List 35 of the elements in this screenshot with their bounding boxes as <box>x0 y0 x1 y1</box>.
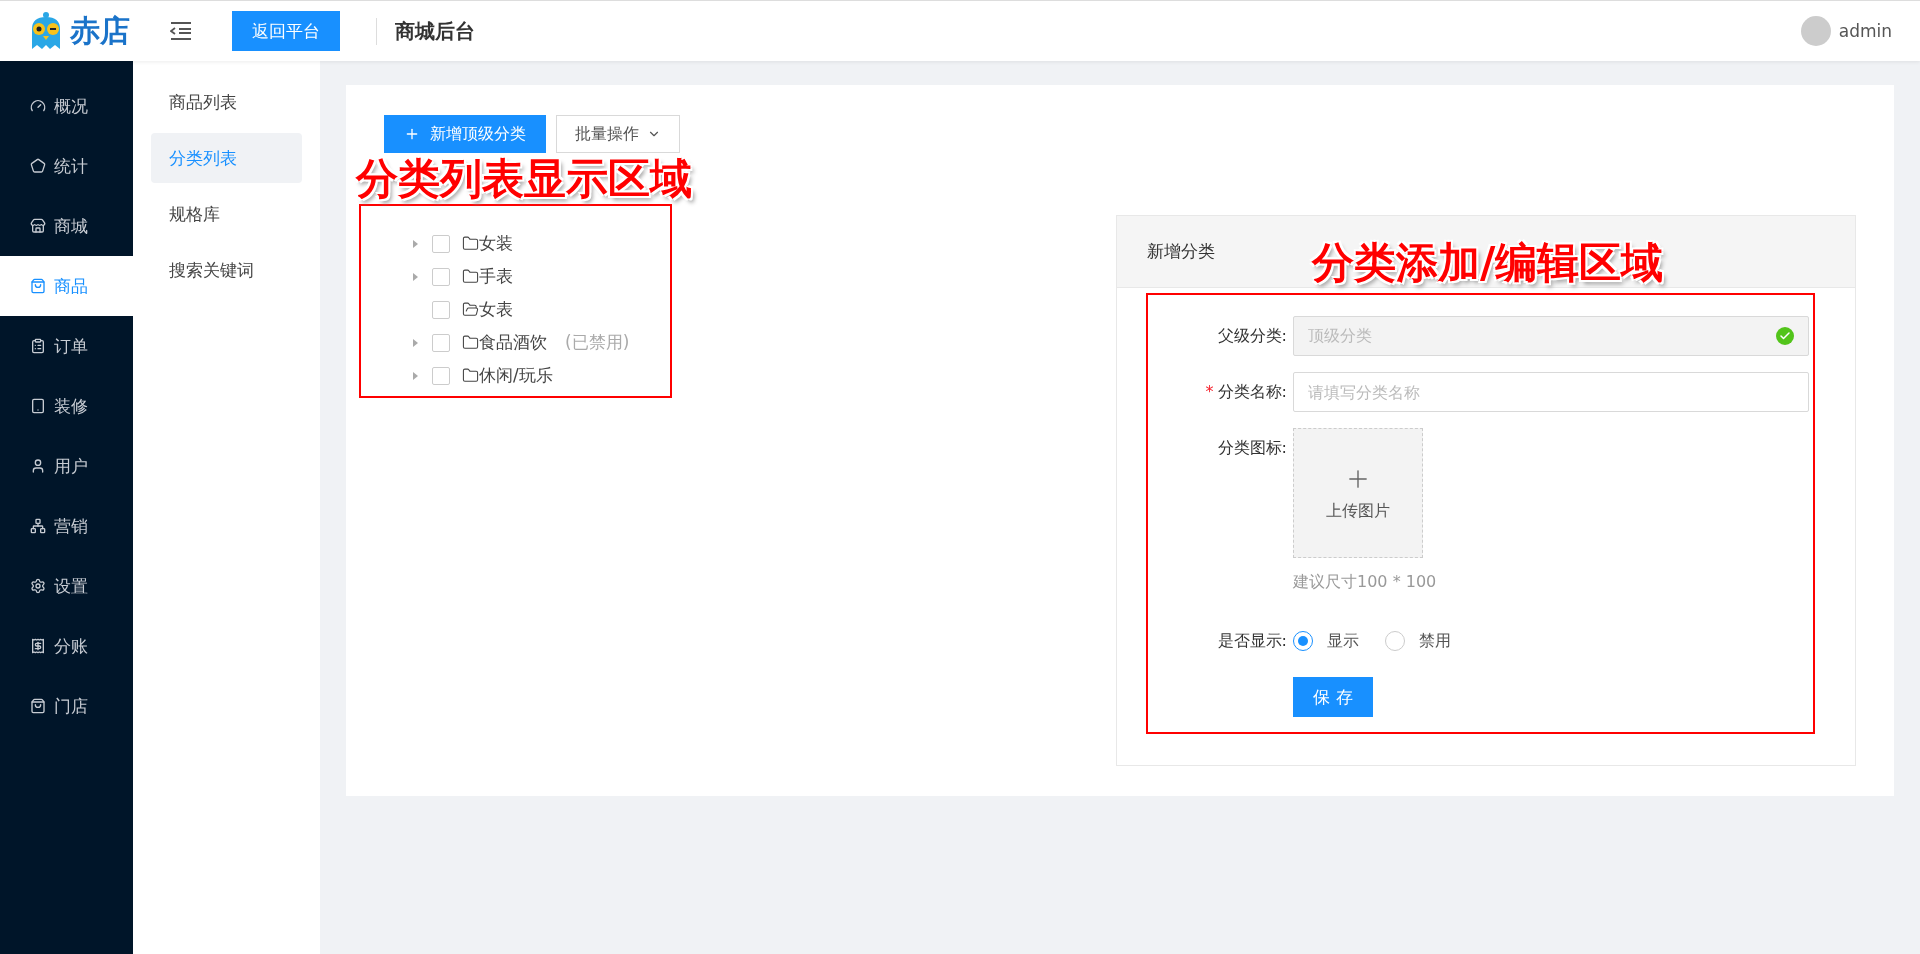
image-upload[interactable]: 上传图片 <box>1293 428 1423 558</box>
annotation-label: 分类列表显示区域 <box>356 156 692 203</box>
sidebar-item[interactable]: 门店 <box>0 676 133 736</box>
submenu-item[interactable]: 商品列表 <box>151 77 302 127</box>
user-name[interactable]: admin <box>1838 21 1892 41</box>
page-title: 商城后台 <box>376 17 475 45</box>
field-label: 父级分类: <box>1217 325 1287 347</box>
batch-actions-button[interactable]: 批量操作 <box>556 115 680 153</box>
sidebar-item[interactable]: 营销 <box>0 496 133 556</box>
field-label: 是否显示: <box>1217 630 1287 652</box>
radio-label[interactable]: 禁用 <box>1419 630 1451 652</box>
sidebar-item[interactable]: 分账 <box>0 616 133 676</box>
sidebar-item[interactable]: 装修 <box>0 376 133 436</box>
size-hint: 建议尺寸100 * 100 <box>1293 572 1437 593</box>
radio-label[interactable]: 显示 <box>1327 630 1359 652</box>
sidebar-item[interactable]: 统计 <box>0 136 133 196</box>
brand-name: 赤店 <box>70 11 130 50</box>
category-name[interactable]: 食品酒饮 <box>479 331 547 354</box>
sidebar-item[interactable]: 概况 <box>0 76 133 136</box>
annotation-label: 分类添加/编辑区域 <box>1312 240 1664 287</box>
category-name[interactable]: 女表 <box>479 298 513 321</box>
sidebar-item[interactable]: 设置 <box>0 556 133 616</box>
disabled-note: (已禁用) <box>565 331 630 354</box>
category-name[interactable]: 手表 <box>479 265 513 288</box>
sidebar-item[interactable]: 商城 <box>0 196 133 256</box>
field-label: 分类名称: <box>1217 381 1287 403</box>
submenu-item[interactable]: 规格库 <box>151 189 302 239</box>
sidebar-item[interactable]: 订单 <box>0 316 133 376</box>
field-label: 分类图标: <box>1217 437 1287 459</box>
required-mark: * <box>1205 381 1214 403</box>
category-name-field[interactable]: 请填写分类名称 <box>1293 372 1809 412</box>
category-name[interactable]: 休闲/玩乐 <box>479 364 553 387</box>
category-name[interactable]: 女装 <box>479 232 513 255</box>
submenu-item[interactable]: 搜索关键词 <box>151 245 302 295</box>
sidebar-item[interactable]: 用户 <box>0 436 133 496</box>
